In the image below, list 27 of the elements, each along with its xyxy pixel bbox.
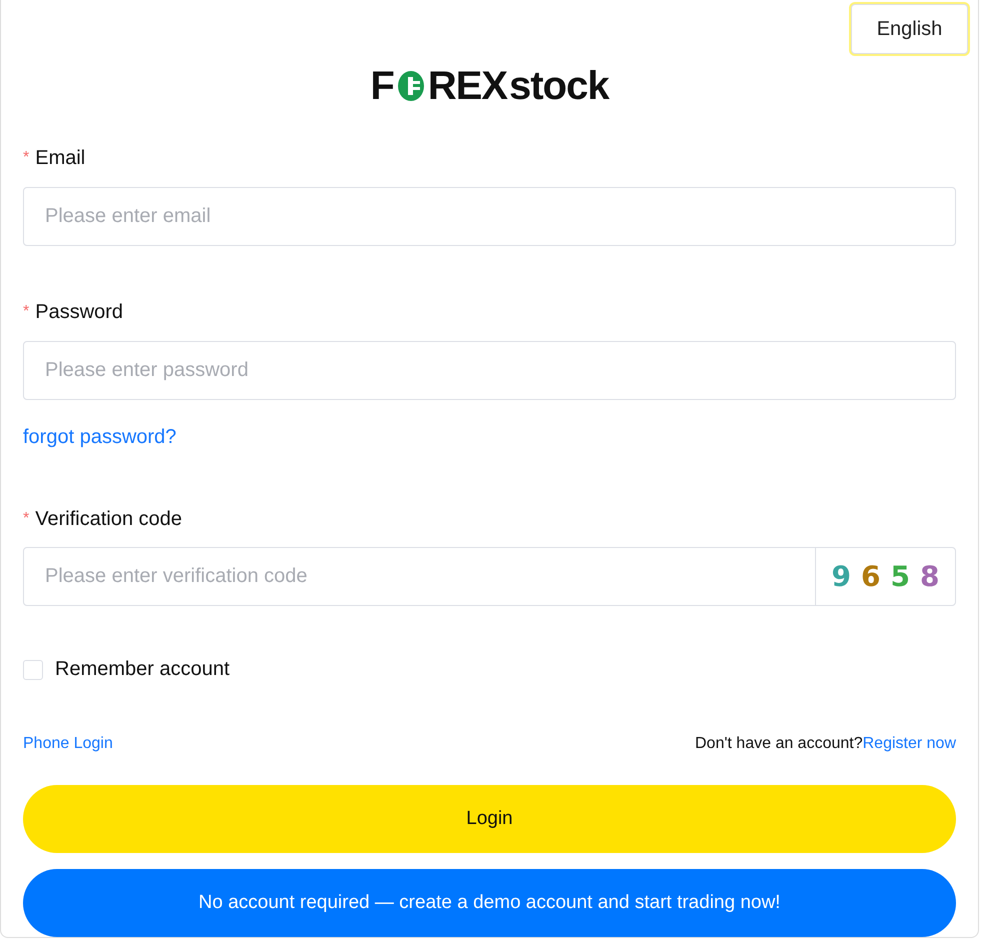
register-link[interactable]: Register now bbox=[862, 735, 956, 753]
captcha-image[interactable]: 9 6 5 8 bbox=[815, 548, 955, 605]
language-button[interactable]: English bbox=[851, 4, 968, 54]
password-field[interactable]: Please enter password bbox=[23, 341, 956, 400]
captcha-digit: 6 bbox=[861, 562, 880, 590]
field-label: Password bbox=[35, 300, 124, 324]
captcha-digit: 9 bbox=[832, 562, 852, 590]
required-mark: * bbox=[23, 149, 30, 167]
logo-text: F bbox=[370, 66, 394, 106]
forgot-password-link[interactable]: forgot password? bbox=[23, 426, 176, 449]
email-field[interactable]: Please enter email bbox=[23, 187, 956, 246]
logo-text: stock bbox=[509, 66, 609, 106]
verification-code-field[interactable]: Please enter verification code 9 6 5 8 bbox=[23, 547, 956, 606]
required-mark: * bbox=[23, 510, 30, 528]
remember-checkbox[interactable] bbox=[23, 660, 43, 680]
demo-account-button[interactable]: No account required — create a demo account and start trading now! bbox=[23, 869, 956, 937]
field-label: Verification code bbox=[35, 508, 182, 530]
captcha-digit: 5 bbox=[890, 562, 910, 590]
field-label: Email bbox=[35, 146, 86, 170]
checkbox-label: Remember account bbox=[55, 658, 230, 681]
phone-login-link[interactable]: Phone Login bbox=[23, 735, 113, 753]
captcha-digit: 8 bbox=[920, 562, 940, 590]
logo-text: REX bbox=[428, 66, 508, 106]
verification-code-input[interactable]: Please enter verification code bbox=[24, 548, 815, 605]
required-mark: * bbox=[23, 303, 30, 321]
login-button[interactable]: Login bbox=[23, 785, 956, 853]
register-prompt: Don't have an account? bbox=[695, 735, 863, 753]
